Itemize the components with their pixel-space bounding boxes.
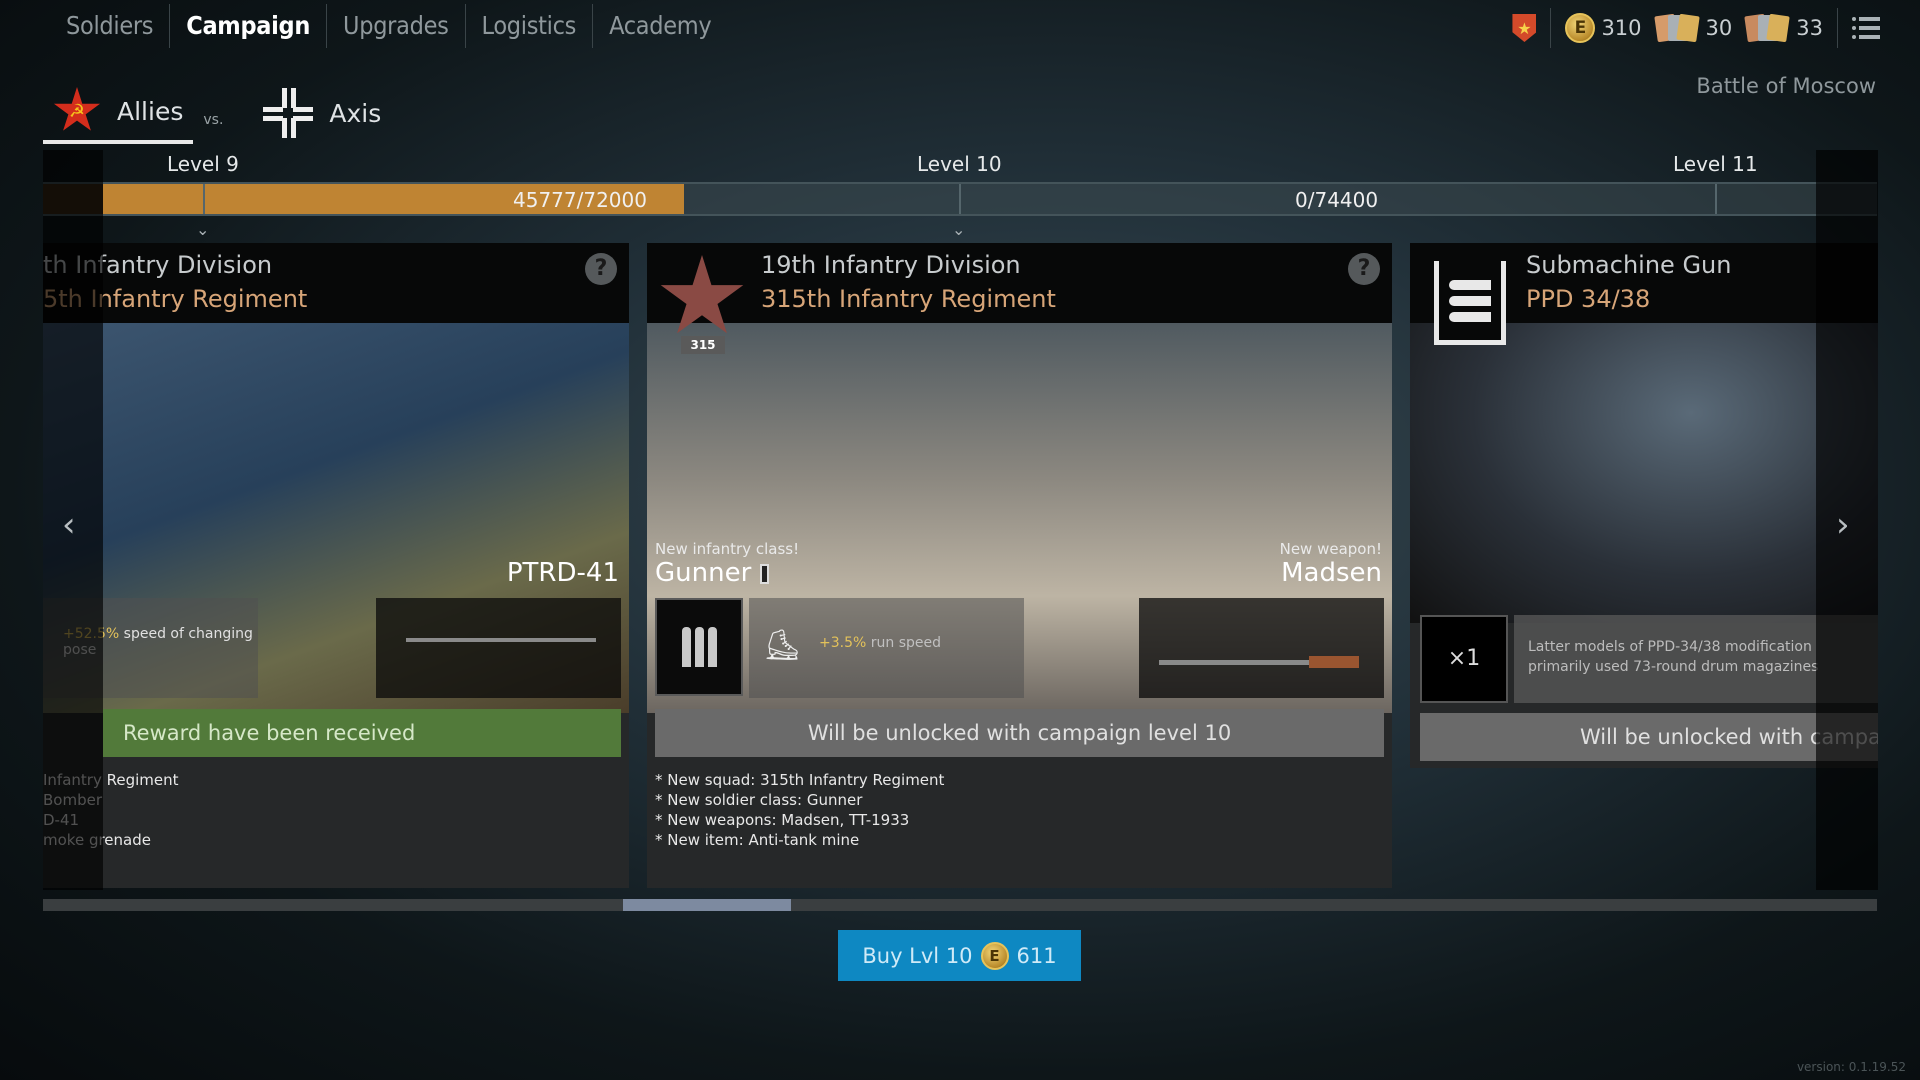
card-header: th Infantry Division 5th Infantry Regime…	[43, 243, 629, 323]
divider	[1550, 8, 1552, 48]
battle-name: Battle of Moscow	[1696, 74, 1876, 98]
weapon-cards-icon	[1653, 13, 1700, 43]
scrollbar-thumb[interactable]	[623, 899, 791, 911]
gold-coin-icon: E	[1565, 13, 1596, 43]
vs-label: vs.	[203, 112, 224, 128]
buy-level-button[interactable]: Buy Lvl 10 E 611	[838, 930, 1081, 981]
weapon-name: PTRD-41	[506, 558, 619, 588]
current-progress-text: 45777/72000	[513, 188, 647, 212]
main-nav: Soldiers Campaign Upgrades Logistics Aca…	[50, 0, 727, 52]
item-count: ×1	[1420, 615, 1508, 703]
new-weapon-tag: New weapon!	[1279, 540, 1382, 558]
level-9-label: Level 9	[167, 152, 239, 176]
weapon-cards-resource: 30	[1653, 13, 1733, 43]
reward-card-level-10[interactable]: 19th Infantry Division 315th Infantry Re…	[647, 243, 1392, 888]
unlock-status: Will be unlocked with campaign level 11	[1420, 713, 1878, 761]
card-header: 19th Infantry Division 315th Infantry Re…	[647, 243, 1392, 323]
tab-upgrades[interactable]: Upgrades	[327, 4, 466, 48]
faction-allies[interactable]: ☭ Allies	[43, 82, 194, 144]
rifle-icon	[406, 638, 596, 642]
divider	[1837, 8, 1838, 48]
card-title: 19th Infantry Division	[761, 251, 1021, 279]
weapon-image	[1410, 323, 1878, 623]
axis-label: Axis	[329, 98, 382, 128]
level-10-tick	[959, 184, 961, 214]
faction-selector: ☭ Allies vs. Axis	[43, 82, 391, 144]
weapon-preview	[376, 598, 621, 698]
resource-bar: ★ E 310 30 33	[1512, 8, 1880, 48]
level-10-label: Level 10	[917, 152, 1002, 176]
axis-cross-icon	[263, 88, 314, 138]
weapon-preview	[1139, 598, 1384, 698]
perk-value: +3.5%	[819, 635, 867, 651]
card-title: Submachine Gun	[1526, 251, 1732, 279]
reward-card-level-11[interactable]: Submachine Gun PPD 34/38 ×1 Latter model…	[1410, 243, 1878, 768]
reward-item: * New item: Anti-tank mine	[655, 831, 860, 849]
soldier-cards-amount: 33	[1796, 16, 1823, 40]
gold-coin-icon: E	[980, 941, 1009, 970]
campaign-progress-bar: 45777/72000 0/74400	[43, 182, 1877, 216]
reward-received-status: Reward have been received	[103, 709, 621, 757]
level-9-tick	[203, 184, 205, 214]
battery-icon	[759, 563, 769, 584]
card-subtitle: PPD 34/38	[1526, 285, 1651, 313]
weapon-name: Madsen	[1281, 558, 1382, 588]
carousel-prev-arrow[interactable]: ‹	[62, 505, 76, 545]
soviet-star-icon: ☭	[53, 87, 101, 131]
shield-star-icon[interactable]: ★	[1512, 14, 1537, 42]
carousel-scrollbar[interactable]	[43, 899, 1877, 911]
soldier-cards-icon	[1744, 13, 1790, 43]
reward-item: * New soldier class: Gunner	[655, 791, 863, 809]
perk-box: ⛸ +3.5% run speed	[749, 598, 1024, 698]
help-icon[interactable]: ?	[1348, 253, 1380, 285]
level-11-tick	[1715, 184, 1717, 214]
perk-text: run speed	[870, 635, 942, 651]
reward-list: * New squad: 315th Infantry Regiment * N…	[655, 770, 944, 850]
menu-list-icon[interactable]	[1852, 17, 1880, 39]
tab-soldiers[interactable]: Soldiers	[50, 4, 171, 48]
reward-card-level-9[interactable]: th Infantry Division 5th Infantry Regime…	[43, 243, 629, 888]
allies-label: Allies	[117, 96, 184, 126]
chevron-down-icon[interactable]: ⌄	[952, 220, 965, 239]
new-class-tag: New infantry class!	[655, 540, 800, 558]
gold-resource: E 310	[1565, 13, 1642, 43]
ammo-icon	[655, 598, 743, 696]
regiment-number: 315	[681, 336, 725, 354]
machine-gun-icon	[1159, 660, 1309, 665]
card-subtitle: 315th Infantry Regiment	[761, 285, 1056, 313]
chevron-down-icon[interactable]: ⌄	[196, 220, 209, 239]
reward-item: * New squad: 315th Infantry Regiment	[655, 771, 945, 789]
carousel-next-arrow[interactable]: ›	[1836, 505, 1850, 545]
tab-academy[interactable]: Academy	[593, 4, 727, 48]
tab-logistics[interactable]: Logistics	[466, 4, 594, 48]
gold-amount: 310	[1601, 16, 1642, 40]
help-icon[interactable]: ?	[585, 253, 617, 285]
faction-axis[interactable]: Axis	[253, 82, 391, 144]
version-label: version: 0.1.19.52	[1796, 1060, 1906, 1074]
buy-price: 611	[1016, 943, 1057, 968]
weapon-cards-amount: 30	[1705, 16, 1733, 40]
tab-campaign[interactable]: Campaign	[170, 4, 328, 48]
buy-label: Buy Lvl 10	[862, 943, 973, 968]
next-progress-text: 0/74400	[1295, 188, 1379, 212]
soldier-cards-resource: 33	[1744, 13, 1823, 43]
unlock-status: Will be unlocked with campaign level 10	[655, 709, 1384, 757]
class-name: Gunner	[655, 558, 769, 588]
class-name-text: Gunner	[655, 558, 752, 588]
level-11-label: Level 11	[1673, 152, 1758, 176]
run-speed-icon: ⛸	[763, 628, 802, 663]
smg-category-icon	[1434, 261, 1506, 345]
reward-item: * New weapons: Madsen, TT-1933	[655, 811, 910, 829]
